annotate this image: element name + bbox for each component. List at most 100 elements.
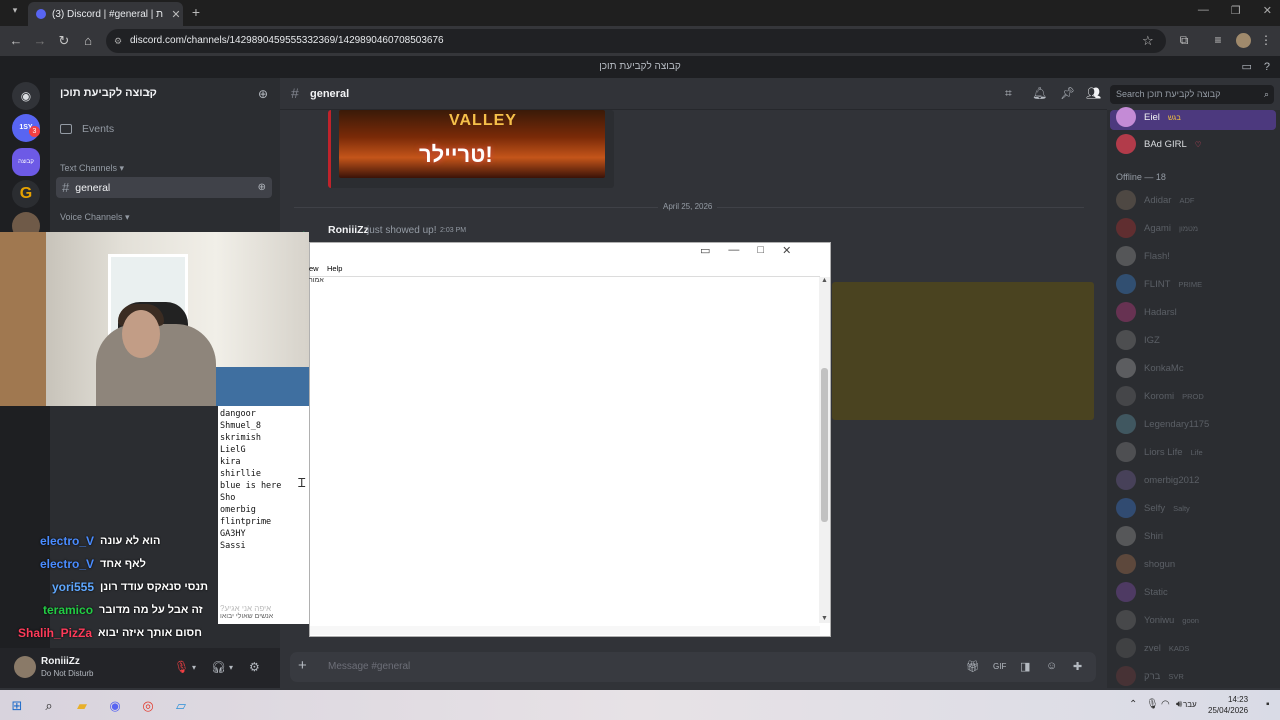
member-offline-item[interactable]: Koromi PROD — [1116, 385, 1204, 407]
member-offline-item[interactable]: zvel KADS — [1116, 637, 1189, 659]
address-bar[interactable]: ⚙ discord.com/channels/14298904595553323… — [106, 29, 1166, 53]
scroll-down-icon[interactable]: ▼ — [821, 615, 828, 622]
clock[interactable]: 14:23 25/04/2026 — [1208, 694, 1248, 716]
minimize-icon[interactable]: — — [1198, 4, 1209, 17]
sticker-icon[interactable]: ◨ — [1020, 660, 1030, 673]
tray-chevron-icon[interactable]: ⌃ — [1129, 699, 1137, 710]
avatar[interactable] — [14, 656, 36, 678]
site-info-icon[interactable]: ⚙ — [114, 29, 122, 53]
bookmark-star-icon[interactable]: ☆ — [1142, 33, 1158, 49]
server-icon-active[interactable]: קבוצה — [12, 148, 40, 176]
server-icon-g[interactable]: G — [12, 180, 40, 208]
discord-app-icon[interactable]: ◉ — [106, 697, 124, 715]
microphone-icon[interactable]: 🎙︎ — [1146, 699, 1159, 710]
guild-name[interactable]: קבוצה לקביעת תוכן — [60, 87, 157, 99]
member-name: Legendary1175 — [1144, 418, 1210, 430]
minimize-icon[interactable]: — — [728, 244, 739, 257]
member-offline-item[interactable]: omerbig2012 — [1116, 469, 1199, 491]
scrollbar-thumb[interactable] — [821, 368, 828, 522]
wifi-icon[interactable]: ◠ — [1161, 699, 1170, 710]
member-offline-item[interactable]: Flash! — [1116, 245, 1170, 267]
create-invite-icon[interactable]: ⊕ — [258, 182, 266, 193]
chrome-app-icon[interactable]: ◎ — [139, 697, 157, 715]
start-windows-icon[interactable]: ⊞ — [8, 697, 26, 715]
avatar — [1116, 358, 1136, 378]
pinned-messages-icon[interactable]: 📌︎ — [1060, 86, 1075, 100]
chevron-down-icon[interactable]: ▾ — [146, 88, 150, 97]
reload-icon[interactable]: ↻ — [56, 33, 72, 49]
member-offline-item[interactable]: Adidar ADF — [1116, 189, 1194, 211]
chevron-down-icon[interactable]: ▾ — [229, 663, 233, 672]
scroll-up-icon[interactable]: ▲ — [821, 277, 828, 284]
search-input[interactable]: Search קבוצה לקביעת תוכן ⌕ — [1110, 85, 1274, 104]
member-name: KonkaMc — [1144, 362, 1184, 374]
tab-search-chevron-icon[interactable]: ▾ — [8, 5, 22, 19]
notification-icon[interactable]: ▪ — [1266, 699, 1270, 710]
member-online-2[interactable]: BAd GIRL ♡ — [1116, 133, 1202, 155]
notepad-app-icon[interactable]: ▱ — [172, 697, 190, 715]
close-icon[interactable]: ✕ — [782, 244, 791, 257]
browser-tab-discord[interactable]: (3) Discord | #general | תוכן מעת ✕ — [28, 2, 183, 26]
gift-icon[interactable]: 🎁︎ — [966, 660, 980, 673]
gear-icon[interactable]: ⚙ — [249, 660, 260, 674]
embed-image[interactable]: VALLEY טריילר! — [339, 110, 605, 178]
member-offline-item[interactable]: shogun — [1116, 553, 1175, 575]
close-tab-icon[interactable]: ✕ — [169, 8, 183, 21]
forward-icon[interactable]: → — [32, 33, 48, 49]
member-offline-item[interactable]: Selfy Salty — [1116, 497, 1190, 519]
member-offline-item[interactable]: IGZ — [1116, 329, 1160, 351]
member-offline-item[interactable]: Hadarsl — [1116, 301, 1177, 323]
member-name: Flash! — [1144, 250, 1170, 262]
member-offline-item[interactable]: ברק SVR — [1116, 665, 1184, 687]
member-offline-item[interactable]: Yoniwu goon — [1116, 609, 1199, 631]
back-icon[interactable]: ← — [8, 33, 24, 49]
member-offline-item[interactable]: Agami מטמון — [1116, 217, 1198, 239]
emoji-icon[interactable]: ☺ — [1046, 660, 1057, 672]
chevron-down-icon[interactable]: ▾ — [192, 663, 196, 672]
input-language[interactable]: עבר — [1183, 700, 1197, 709]
help-icon[interactable]: ? — [1264, 56, 1270, 78]
threads-icon[interactable]: ⌗ — [1005, 86, 1012, 101]
file-explorer-icon[interactable]: ▰ — [73, 697, 91, 715]
profile-avatar[interactable] — [1236, 33, 1251, 48]
invite-people-icon[interactable]: ⊕ — [258, 87, 268, 101]
text-cursor-icon: Ꮖ — [298, 476, 306, 490]
join-username[interactable]: RoniiiZz — [328, 224, 369, 236]
home-icon[interactable]: ⌂ — [80, 33, 96, 49]
member-offline-item[interactable]: KonkaMc — [1116, 357, 1184, 379]
category-voice-channels[interactable]: Voice Channels ▾ — [60, 212, 130, 223]
member-name: Hadarsl — [1144, 306, 1177, 318]
discord-home-icon[interactable]: ◉ — [12, 82, 40, 110]
volume-icon[interactable]: 🔊︎ — [1176, 699, 1182, 710]
category-text-channels[interactable]: Text Channels ▾ — [60, 163, 124, 174]
restore-icon[interactable]: ❐ — [1231, 4, 1241, 17]
events-item[interactable]: Events — [60, 123, 114, 135]
gif-icon[interactable]: GIF — [993, 662, 1006, 671]
inbox-icon[interactable]: ▭ — [1241, 56, 1251, 78]
add-attachment-icon[interactable]: + — [298, 657, 307, 674]
channel-general[interactable]: # general ⊕ — [56, 177, 272, 198]
menu-view[interactable]: ew — [309, 264, 319, 273]
member-online-1[interactable]: Eiel בגש — [1116, 106, 1181, 128]
member-list-icon[interactable]: 👥︎ — [1086, 86, 1101, 100]
member-offline-item[interactable]: Liors Life Life — [1116, 441, 1203, 463]
headphones-icon[interactable]: 🎧︎ — [211, 660, 226, 674]
menu-help[interactable]: Help — [327, 264, 342, 273]
maximize-icon[interactable]: □ — [757, 244, 764, 257]
apps-icon[interactable]: ✚ — [1073, 660, 1082, 673]
user-name[interactable]: RoniiiZz — [41, 656, 80, 667]
member-offline-item[interactable]: Legendary1175 — [1116, 413, 1209, 435]
new-tab-button[interactable]: + — [188, 4, 204, 20]
menu-kebab-icon[interactable]: ⋮ — [1258, 33, 1274, 49]
search-icon[interactable]: ⌕ — [40, 697, 58, 715]
member-offline-item[interactable]: Static — [1116, 581, 1168, 603]
member-offline-item[interactable]: FLINT PRIME — [1116, 273, 1202, 295]
horizontal-scrollbar[interactable] — [310, 626, 820, 635]
notification-bell-icon[interactable]: 🔔︎ — [1032, 86, 1047, 100]
close-window-icon[interactable]: ✕ — [1263, 4, 1272, 17]
mic-muted-icon[interactable]: 🎙︎ — [174, 660, 189, 674]
media-controls-icon[interactable]: ≡ — [1210, 33, 1226, 49]
extensions-icon[interactable]: ⧉ — [1176, 33, 1192, 49]
member-offline-item[interactable]: Shiri — [1116, 525, 1163, 547]
snap-icon[interactable]: ▭ — [700, 244, 710, 257]
